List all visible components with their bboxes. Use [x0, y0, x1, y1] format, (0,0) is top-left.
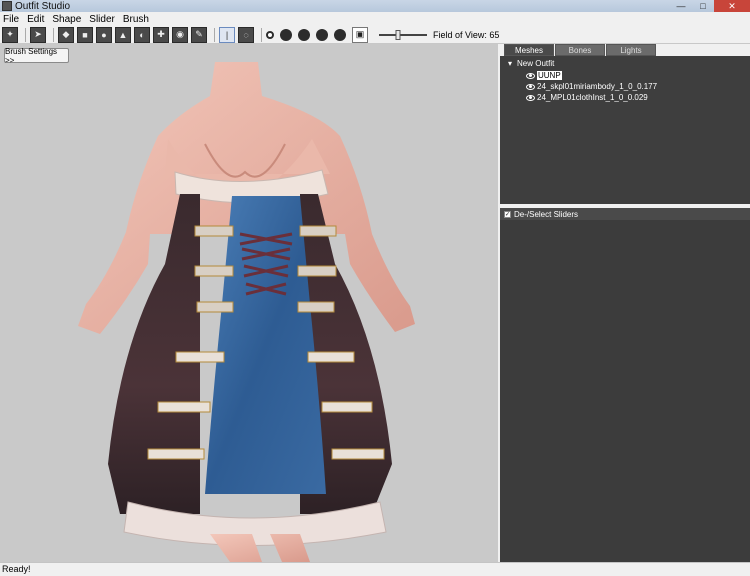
mesh-item[interactable]: 24_skpl01miriambody_1_0_0.177: [526, 82, 657, 91]
toolbar: ✦ ➤ ◆ ■ ● ▲ ◐ ✚ ◉ ✎ | ◌ ▣ Field of View:…: [0, 26, 750, 44]
toolbar-separator: [261, 27, 262, 42]
fov-slider[interactable]: [379, 27, 427, 43]
menu-edit[interactable]: Edit: [27, 14, 44, 25]
outfit-model-render: [78, 62, 415, 562]
fov-label: Field of View: 65: [433, 29, 500, 40]
tab-lights[interactable]: Lights: [606, 44, 656, 56]
window-controls: — □ ✕: [670, 0, 750, 12]
eye-icon[interactable]: [526, 72, 535, 79]
status-text: Ready!: [2, 564, 31, 574]
perspective-cube-icon[interactable]: ▣: [352, 26, 368, 43]
minimize-button[interactable]: —: [670, 0, 692, 12]
title-bar: Outfit Studio — □ ✕: [0, 0, 750, 12]
color-brush-icon[interactable]: ✎: [191, 26, 207, 43]
app-icon: [2, 1, 12, 11]
connected-toggle-icon[interactable]: ◌: [238, 26, 254, 43]
toolbar-separator: [53, 27, 54, 42]
window-title: Outfit Studio: [15, 0, 71, 12]
mesh-item[interactable]: UUNP: [526, 71, 562, 80]
left-view-icon[interactable]: [316, 28, 328, 41]
menu-bar: File Edit Shape Slider Brush: [0, 12, 750, 26]
panel-tabs: Meshes Bones Lights: [500, 44, 750, 56]
menu-shape[interactable]: Shape: [52, 14, 81, 25]
undiff-brush-icon[interactable]: ✚: [153, 26, 169, 43]
tab-bones[interactable]: Bones: [555, 44, 605, 56]
toolbar-separator: [25, 27, 26, 42]
mirror-toggle-icon[interactable]: |: [219, 26, 235, 43]
move-brush-icon[interactable]: ▲: [115, 26, 131, 43]
tab-meshes[interactable]: Meshes: [504, 44, 554, 56]
inflate-brush-icon[interactable]: ■: [77, 26, 93, 43]
mesh-item[interactable]: 24_MPL01clothInst_1_0_0.029: [526, 93, 648, 102]
right-panel: Meshes Bones Lights ▾ New Outfit UUNP 24…: [500, 44, 750, 562]
sliders-header-label: De-/Select Sliders: [514, 209, 579, 219]
sliders-header: ✓ De-/Select Sliders: [500, 208, 750, 220]
transform-tool-icon[interactable]: ➤: [30, 26, 46, 43]
3d-viewport[interactable]: Brush Settings >>: [0, 44, 498, 562]
mesh-item-label: 24_skpl01miriambody_1_0_0.177: [537, 82, 658, 91]
weight-brush-icon[interactable]: ◉: [172, 26, 188, 43]
brush-settings-button[interactable]: Brush Settings >>: [4, 47, 69, 65]
outfit-name: New Outfit: [517, 59, 555, 68]
maximize-button[interactable]: □: [692, 0, 714, 12]
fov-slider-thumb[interactable]: [395, 29, 401, 40]
right-view-icon[interactable]: [334, 28, 346, 41]
mask-brush-icon[interactable]: ◆: [58, 26, 74, 43]
menu-brush[interactable]: Brush: [123, 14, 149, 25]
mesh-tree: ▾ New Outfit UUNP 24_skpl01miriambody_1_…: [500, 56, 750, 204]
tree-root[interactable]: ▾ New Outfit: [508, 59, 554, 68]
fov-slider-track: [379, 33, 427, 36]
collapse-toggle-icon[interactable]: ▾: [508, 59, 514, 68]
status-bar: Ready!: [0, 562, 750, 576]
menu-file[interactable]: File: [3, 14, 19, 25]
select-tool-icon[interactable]: ✦: [2, 26, 18, 43]
menu-slider[interactable]: Slider: [89, 14, 115, 25]
mesh-item-label: 24_MPL01clothInst_1_0_0.029: [537, 93, 648, 102]
eye-icon[interactable]: [526, 83, 535, 90]
mesh-item-label: UUNP: [537, 71, 562, 80]
smooth-brush-icon[interactable]: ◐: [134, 26, 150, 43]
close-button[interactable]: ✕: [714, 0, 750, 12]
back-view-icon[interactable]: [298, 28, 310, 41]
front-view-icon[interactable]: [280, 28, 292, 41]
toolbar-separator: [214, 27, 215, 42]
eye-icon[interactable]: [526, 94, 535, 101]
point-view-icon[interactable]: [266, 30, 274, 39]
sliders-list[interactable]: [500, 220, 750, 562]
deflate-brush-icon[interactable]: ●: [96, 26, 112, 43]
select-all-sliders-checkbox[interactable]: ✓: [504, 210, 511, 218]
